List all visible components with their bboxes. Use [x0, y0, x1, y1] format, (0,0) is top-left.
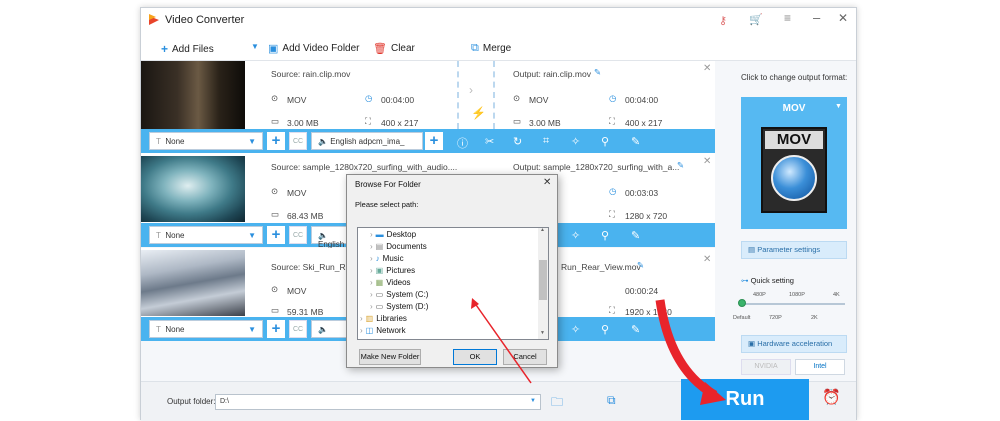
arrow-to-run: [655, 299, 718, 399]
arrow-to-folder-tree: [473, 301, 532, 384]
annotation-arrows: [471, 298, 726, 405]
